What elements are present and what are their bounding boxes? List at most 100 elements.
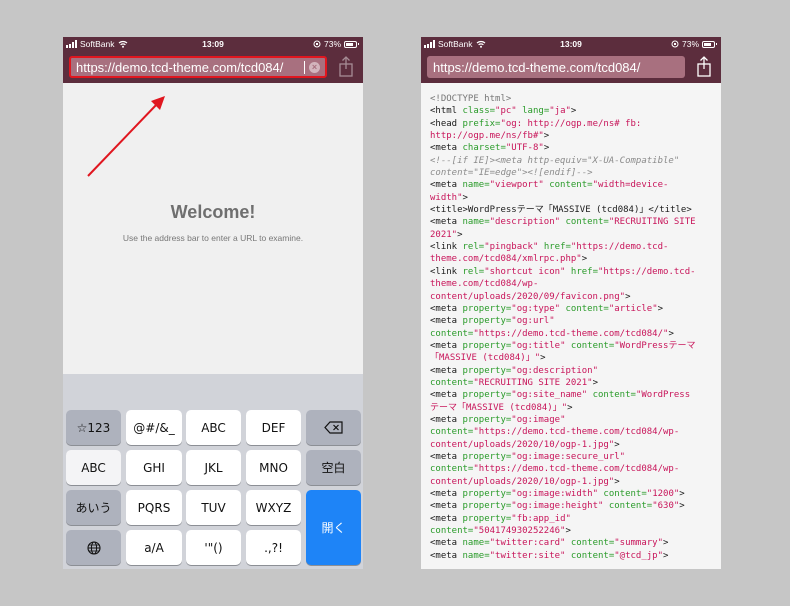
- source-token: "og:image:secure_url": [511, 451, 626, 462]
- key-jkl[interactable]: JKL: [186, 450, 241, 485]
- key-sentence-punct[interactable]: .,?!: [246, 530, 301, 565]
- source-token: content=: [549, 180, 593, 191]
- source-line: <title>WordPressテーマ「MASSIVE (tcd084)」</t…: [430, 204, 715, 216]
- source-line: <meta property="og:image": [430, 414, 715, 426]
- key-abc-mode[interactable]: ABC: [66, 450, 121, 485]
- source-token: >: [567, 402, 573, 413]
- source-token: <meta: [430, 316, 463, 327]
- source-token: <meta: [430, 143, 463, 154]
- source-token: content=: [592, 390, 636, 401]
- source-token: lang=: [522, 106, 550, 117]
- source-token: "twitter:site": [489, 550, 566, 561]
- source-line: content="504174930252246">: [430, 525, 715, 537]
- open-go-key[interactable]: 開く: [306, 490, 361, 565]
- source-token: "ja": [549, 106, 571, 117]
- source-line: content/uploads/2020/09/favicon.png">: [430, 291, 715, 303]
- source-token: content=: [565, 303, 609, 314]
- source-token: "og: http://ogp.me/ns# fb:: [500, 118, 642, 129]
- key-pqrs[interactable]: PQRS: [126, 490, 182, 525]
- battery-percent: 73%: [681, 39, 699, 49]
- source-token: rel=: [462, 242, 485, 253]
- source-token: "https://demo.tcd-theme.com/tcd084/wp-: [473, 464, 680, 475]
- key-tuv[interactable]: TUV: [186, 490, 241, 525]
- key-symbols-numbers[interactable]: ☆123: [66, 410, 121, 445]
- key-ghi[interactable]: GHI: [126, 450, 182, 485]
- globe-key[interactable]: [66, 530, 121, 565]
- source-token: property=: [462, 303, 512, 314]
- key-punctuation[interactable]: @#/&_: [126, 410, 182, 445]
- source-token: >: [614, 476, 620, 487]
- source-token: content=: [570, 340, 615, 351]
- welcome-title: Welcome!: [170, 202, 256, 222]
- source-line: <link rel="shortcut icon" href="https://…: [430, 266, 715, 278]
- url-input[interactable]: [433, 59, 679, 75]
- browser-toolbar: [421, 51, 721, 83]
- source-token: name=: [462, 217, 490, 228]
- space-key[interactable]: 空白: [306, 450, 361, 485]
- source-token: "pc": [495, 106, 517, 117]
- source-token: <link: [430, 266, 463, 277]
- source-token: >: [663, 550, 669, 561]
- source-line: テーマ「MASSIVE (tcd084)」">: [430, 402, 715, 414]
- source-token: >: [581, 254, 588, 265]
- source-line: <html class="pc" lang="ja">: [430, 105, 715, 117]
- source-token: content/uploads/2020/09/favicon.png": [430, 291, 626, 302]
- source-token: "og:description": [511, 365, 598, 376]
- source-token: content=: [430, 427, 474, 438]
- source-line: <meta property="og:site_name" content="W…: [430, 389, 715, 401]
- source-token: >: [614, 439, 620, 450]
- source-token: >: [668, 328, 674, 339]
- html-source-view[interactable]: <!DOCTYPE html> <html class="pc" lang="ja…: [421, 83, 721, 569]
- source-token: theme.com/tcd084/wp-: [430, 279, 539, 290]
- source-token: rel=: [462, 266, 485, 277]
- browser-toolbar: ×: [63, 51, 363, 83]
- source-token: "RECRUITING SITE: [608, 217, 696, 228]
- clear-icon[interactable]: ×: [309, 61, 320, 73]
- share-icon[interactable]: [335, 55, 357, 79]
- url-input[interactable]: [76, 59, 306, 75]
- source-token: >: [570, 106, 577, 117]
- source-token: "og:image": [511, 414, 566, 425]
- source-line: <link rel="pingback" href="https://demo.…: [430, 241, 715, 253]
- source-line: content="https://demo.tcd-theme.com/tcd0…: [430, 463, 715, 475]
- source-token: property=: [462, 489, 512, 499]
- key-wxyz[interactable]: WXYZ: [246, 490, 301, 525]
- source-token: name=: [462, 538, 490, 549]
- source-token: theme.com/tcd084/xmlrpc.php": [430, 254, 582, 265]
- battery-percent: 73%: [323, 39, 341, 49]
- source-token: "https://demo.tcd-theme.com/tcd084/": [473, 328, 669, 339]
- source-token: "og:url": [511, 316, 555, 327]
- welcome-panel: Welcome! Use the address bar to enter a …: [63, 83, 363, 374]
- source-token: <meta: [430, 513, 463, 524]
- source-line: theme.com/tcd084/xmlrpc.php">: [430, 253, 715, 265]
- source-token: <meta: [430, 340, 463, 351]
- address-bar[interactable]: ×: [69, 56, 327, 78]
- source-token: content=: [565, 217, 609, 228]
- source-token: <meta: [430, 550, 463, 561]
- key-kana-mode[interactable]: あいう: [66, 490, 121, 525]
- source-line: 「MASSIVE (tcd084)」">: [430, 352, 715, 364]
- source-token: <head: [430, 118, 463, 129]
- orientation-lock-icon: [313, 40, 321, 48]
- source-token: "https://demo.tcd-: [598, 266, 696, 277]
- backspace-key[interactable]: [306, 410, 361, 445]
- source-token: property=: [462, 390, 512, 401]
- source-token: テーマ「MASSIVE (tcd084)」": [430, 402, 568, 413]
- source-token: "article": [608, 303, 658, 314]
- source-token: content="IE=edge"><![endif]-->: [430, 168, 593, 179]
- source-token: "summary": [614, 538, 664, 549]
- key-abc[interactable]: ABC: [186, 410, 241, 445]
- source-token: >: [679, 489, 685, 499]
- source-token: "fb:app_id": [511, 513, 571, 524]
- status-bar: SoftBank 13:09 73%: [421, 37, 721, 51]
- key-quotes[interactable]: '"(): [186, 530, 241, 565]
- key-mno[interactable]: MNO: [246, 450, 301, 485]
- key-def[interactable]: DEF: [246, 410, 301, 445]
- share-icon[interactable]: [693, 55, 715, 79]
- welcome-subtitle: Use the address bar to enter a URL to ex…: [122, 233, 304, 243]
- source-token: property=: [462, 365, 512, 376]
- source-token: "https://demo.tcd-theme.com/tcd084/wp-: [473, 427, 680, 438]
- right-phone-screen: SoftBank 13:09 73% <!DOCTYPE html><html …: [421, 37, 721, 569]
- address-bar[interactable]: [427, 56, 685, 78]
- key-case-toggle[interactable]: a/A: [126, 530, 182, 565]
